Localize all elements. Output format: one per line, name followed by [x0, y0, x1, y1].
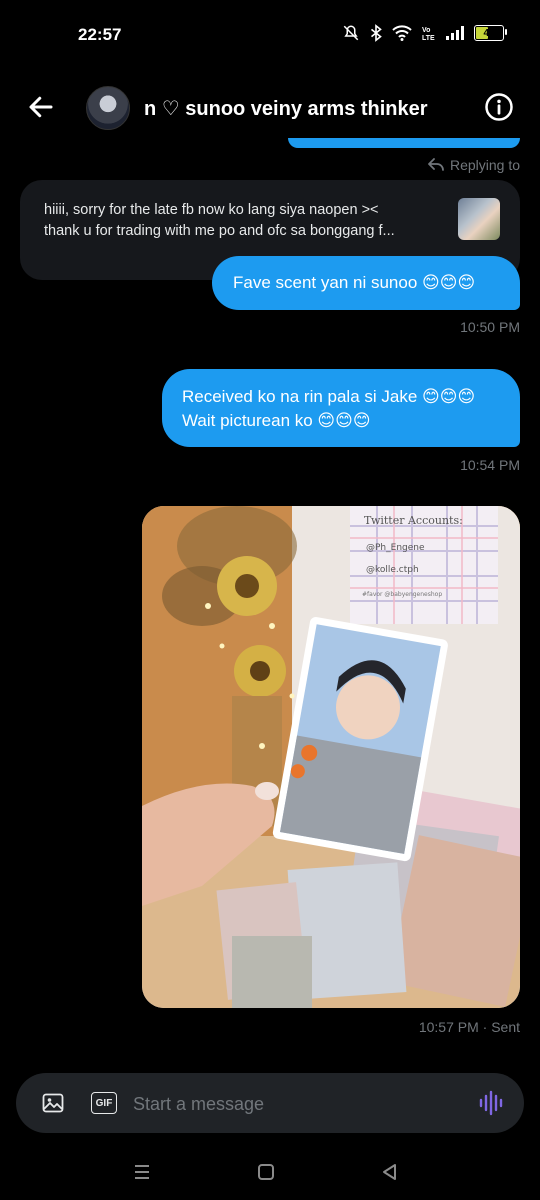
sign-line-2: @kolle.ctph	[366, 565, 419, 575]
message-bubble[interactable]: Fave scent yan ni sunoo 😊😊😊	[212, 256, 520, 310]
signal-icon	[446, 26, 464, 40]
quoted-line-1: hiiii, sorry for the late fb now ko lang…	[44, 202, 379, 218]
message-bubble[interactable]: Received ko na rin pala si Jake 😊😊😊 Wait…	[162, 369, 520, 447]
message-timestamp: 10:54 PM	[460, 457, 520, 473]
previous-message-bubble[interactable]	[288, 138, 520, 148]
info-icon[interactable]	[484, 92, 514, 122]
replying-to-row: Replying to	[428, 157, 520, 173]
status-time: 22:57	[78, 25, 122, 44]
replying-to-label: Replying to	[449, 157, 520, 173]
sign-line-1: @Ph_Engene	[366, 543, 425, 553]
mute-icon	[343, 25, 359, 41]
volte-icon: VoLTE	[422, 27, 435, 42]
bluetooth-icon	[370, 24, 382, 42]
svg-text:Vo: Vo	[422, 27, 430, 34]
svg-text:LTE: LTE	[422, 35, 435, 42]
sign-title: Twitter Accounts:	[364, 514, 463, 527]
message-timestamp: 10:57 PM · Sent	[418, 1019, 520, 1035]
quoted-message-text: hiiii, sorry for the late fb now ko lang…	[44, 200, 444, 242]
message-input[interactable]	[133, 1086, 453, 1122]
gif-button[interactable]: GIF	[91, 1092, 117, 1114]
sign-line-3: #favor @babyengeneshop	[362, 591, 442, 598]
quoted-image-thumbnail	[458, 198, 500, 240]
conversation-title[interactable]: n ♡ sunoo veiny arms thinker	[144, 96, 428, 121]
photo-illustration: Twitter Accounts: @Ph_Engene @kolle.ctph…	[142, 506, 520, 1008]
message-text-line-2: Wait picturean ko 😊😊😊	[182, 411, 371, 430]
back-arrow-icon[interactable]	[26, 92, 56, 122]
voice-message-icon[interactable]	[478, 1090, 504, 1116]
status-bar: 22:57 Vo LTE 44	[0, 0, 540, 70]
reply-arrow-icon	[428, 158, 444, 171]
status-icons: Vo LTE 44	[342, 24, 507, 42]
gif-label: GIF	[95, 1097, 113, 1109]
home-nav-icon[interactable]	[252, 1158, 280, 1186]
image-icon[interactable]	[41, 1091, 65, 1115]
photo-message[interactable]: Twitter Accounts: @Ph_Engene @kolle.ctph…	[142, 506, 520, 1008]
message-text-line-1: Received ko na rin pala si Jake 😊😊😊	[182, 387, 476, 406]
message-timestamp: 10:50 PM	[460, 319, 520, 335]
avatar[interactable]	[86, 86, 130, 130]
message-text: Fave scent yan ni sunoo 😊😊😊	[233, 273, 476, 292]
quoted-line-2: thank u for trading with me po and ofc s…	[44, 223, 395, 239]
menu-nav-icon[interactable]	[128, 1158, 156, 1186]
battery-level: 44	[483, 27, 495, 39]
back-nav-icon[interactable]	[376, 1158, 404, 1186]
battery-icon: 44	[474, 25, 507, 41]
wifi-icon	[392, 25, 412, 41]
